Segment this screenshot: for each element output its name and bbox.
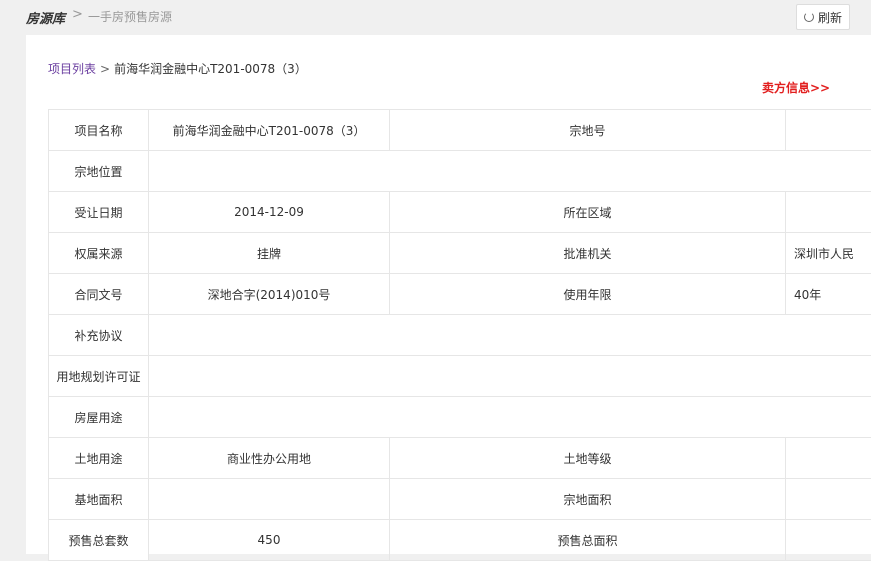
land-grade-label: 土地等级 — [390, 438, 786, 479]
current-module: 一手房预售房源 — [88, 8, 172, 25]
contract-no-label: 合同文号 — [49, 274, 149, 315]
project-list-link[interactable]: 项目列表 — [48, 62, 96, 76]
breadcrumb-current: 前海华润金融中心T201-0078（3） — [114, 62, 307, 76]
parcel-location-value — [149, 151, 871, 192]
approval-authority-value: 深圳市人民 — [786, 233, 871, 274]
presale-units-label: 预售总套数 — [49, 520, 149, 561]
table-row: 项目名称 前海华润金融中心T201-0078（3） 宗地号 — [49, 110, 871, 151]
use-period-label: 使用年限 — [390, 274, 786, 315]
land-usage-label: 土地用途 — [49, 438, 149, 479]
transfer-date-label: 受让日期 — [49, 192, 149, 233]
project-info-table: 项目名称 前海华润金融中心T201-0078（3） 宗地号 宗地位置 受让日期 … — [48, 109, 871, 561]
land-usage-value: 商业性办公用地 — [149, 438, 390, 479]
supplement-value — [149, 315, 871, 356]
contract-no-value: 深地合字(2014)010号 — [149, 274, 390, 315]
table-row: 权属来源 挂牌 批准机关 深圳市人民 — [49, 233, 871, 274]
table-row: 用地规划许可证 — [49, 356, 871, 397]
table-row: 补充协议 — [49, 315, 871, 356]
project-name-value: 前海华润金融中心T201-0078（3） — [149, 110, 390, 151]
ownership-source-label: 权属来源 — [49, 233, 149, 274]
refresh-label: 刷新 — [818, 9, 842, 26]
land-permit-label: 用地规划许可证 — [49, 356, 149, 397]
seller-info-link[interactable]: 卖方信息>> — [762, 79, 830, 96]
parcel-no-label: 宗地号 — [390, 110, 786, 151]
refresh-button[interactable]: 刷新 — [796, 4, 850, 30]
table-row: 房屋用途 — [49, 397, 871, 438]
detail-panel: 项目列表 > 前海华润金融中心T201-0078（3） 卖方信息>> 项目名称 前海… — [26, 35, 871, 554]
breadcrumb-arrow: > — [100, 62, 110, 76]
refresh-icon — [804, 12, 814, 22]
breadcrumb-separator: > — [72, 7, 83, 22]
parcel-location-label: 宗地位置 — [49, 151, 149, 192]
table-row: 土地用途 商业性办公用地 土地等级 — [49, 438, 871, 479]
district-label: 所在区域 — [390, 192, 786, 233]
ownership-source-value: 挂牌 — [149, 233, 390, 274]
transfer-date-value: 2014-12-09 — [149, 192, 390, 233]
house-usage-label: 房屋用途 — [49, 397, 149, 438]
presale-units-value: 450 — [149, 520, 390, 561]
project-name-label: 项目名称 — [49, 110, 149, 151]
brand-title: 房源库 — [26, 8, 65, 27]
table-row: 宗地位置 — [49, 151, 871, 192]
presale-area-value — [786, 520, 871, 561]
use-period-value: 40年 — [786, 274, 871, 315]
base-area-label: 基地面积 — [49, 479, 149, 520]
table-row: 预售总套数 450 预售总面积 — [49, 520, 871, 561]
land-permit-value — [149, 356, 871, 397]
parcel-area-label: 宗地面积 — [390, 479, 786, 520]
table-row: 受让日期 2014-12-09 所在区域 — [49, 192, 871, 233]
top-bar: 房源库 > 一手房预售房源 刷新 — [0, 0, 871, 34]
base-area-value — [149, 479, 390, 520]
land-grade-value — [786, 438, 871, 479]
house-usage-value — [149, 397, 871, 438]
table-row: 合同文号 深地合字(2014)010号 使用年限 40年 — [49, 274, 871, 315]
approval-authority-label: 批准机关 — [390, 233, 786, 274]
district-value — [786, 192, 871, 233]
parcel-area-value — [786, 479, 871, 520]
breadcrumb: 项目列表 > 前海华润金融中心T201-0078（3） — [48, 60, 307, 77]
table-row: 基地面积 宗地面积 — [49, 479, 871, 520]
supplement-label: 补充协议 — [49, 315, 149, 356]
parcel-no-value — [786, 110, 871, 151]
presale-area-label: 预售总面积 — [390, 520, 786, 561]
